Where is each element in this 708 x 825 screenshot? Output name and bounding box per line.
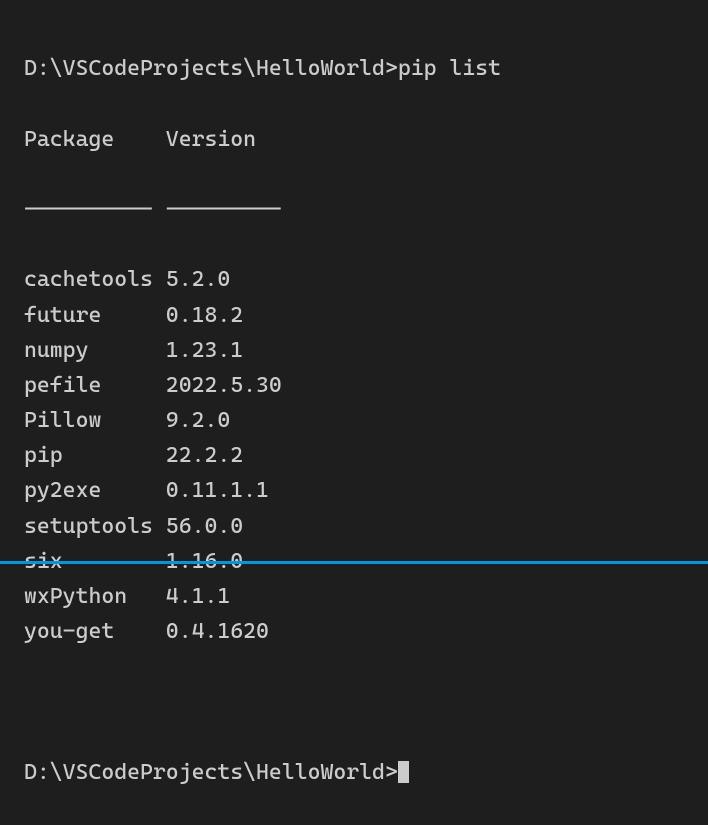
terminal-output[interactable]: D:\VSCodeProjects\HelloWorld>pip list Pa… (0, 0, 708, 564)
prompt-line-2: D:\VSCodeProjects\HelloWorld> (24, 755, 684, 790)
command-text: pip list (398, 56, 501, 81)
prompt-line-1: D:\VSCodeProjects\HelloWorld>pip list (24, 51, 684, 86)
package-version: 2022.5.30 (166, 373, 282, 398)
package-version: 4.1.1 (166, 584, 230, 609)
package-version: 0.18.2 (166, 303, 243, 328)
package-version: 5.2.0 (166, 267, 230, 292)
package-name: you-get (24, 619, 166, 644)
prompt-path: D:\VSCodeProjects\HelloWorld> (24, 56, 398, 81)
table-row: py2exe 0.11.1.1 (24, 473, 684, 508)
table-row: future 0.18.2 (24, 298, 684, 333)
table-row: you-get 0.4.1620 (24, 614, 684, 649)
table-row: Pillow 9.2.0 (24, 403, 684, 438)
prompt-path: D:\VSCodeProjects\HelloWorld> (24, 760, 398, 785)
cursor-icon (398, 761, 409, 783)
package-name: cachetools (24, 267, 166, 292)
package-version: 1.23.1 (166, 338, 243, 363)
table-row: numpy 1.23.1 (24, 333, 684, 368)
package-version: 9.2.0 (166, 408, 230, 433)
package-name: py2exe (24, 478, 166, 503)
package-name: Pillow (24, 408, 166, 433)
header-package: Package (24, 127, 166, 152)
package-name: numpy (24, 338, 166, 363)
package-name: pefile (24, 373, 166, 398)
package-name: pip (24, 443, 166, 468)
table-header: Package Version (24, 122, 684, 157)
table-row: pefile 2022.5.30 (24, 368, 684, 403)
table-row: cachetools 5.2.0 (24, 262, 684, 297)
package-version: 56.0.0 (166, 514, 243, 539)
separator-col2: --------- (166, 197, 282, 222)
separator-col1: ---------- (24, 197, 166, 222)
table-row: wxPython 4.1.1 (24, 579, 684, 614)
package-version: 0.11.1.1 (166, 478, 269, 503)
blank-line (24, 685, 684, 720)
header-version: Version (166, 127, 256, 152)
package-list: cachetools 5.2.0future 0.18.2numpy 1.23.… (24, 262, 684, 649)
package-version: 22.2.2 (166, 443, 243, 468)
table-row: setuptools 56.0.0 (24, 509, 684, 544)
package-name: setuptools (24, 514, 166, 539)
table-separator: ---------- --------- (24, 192, 684, 227)
table-row: pip 22.2.2 (24, 438, 684, 473)
package-version: 0.4.1620 (166, 619, 269, 644)
package-name: wxPython (24, 584, 166, 609)
package-name: future (24, 303, 166, 328)
